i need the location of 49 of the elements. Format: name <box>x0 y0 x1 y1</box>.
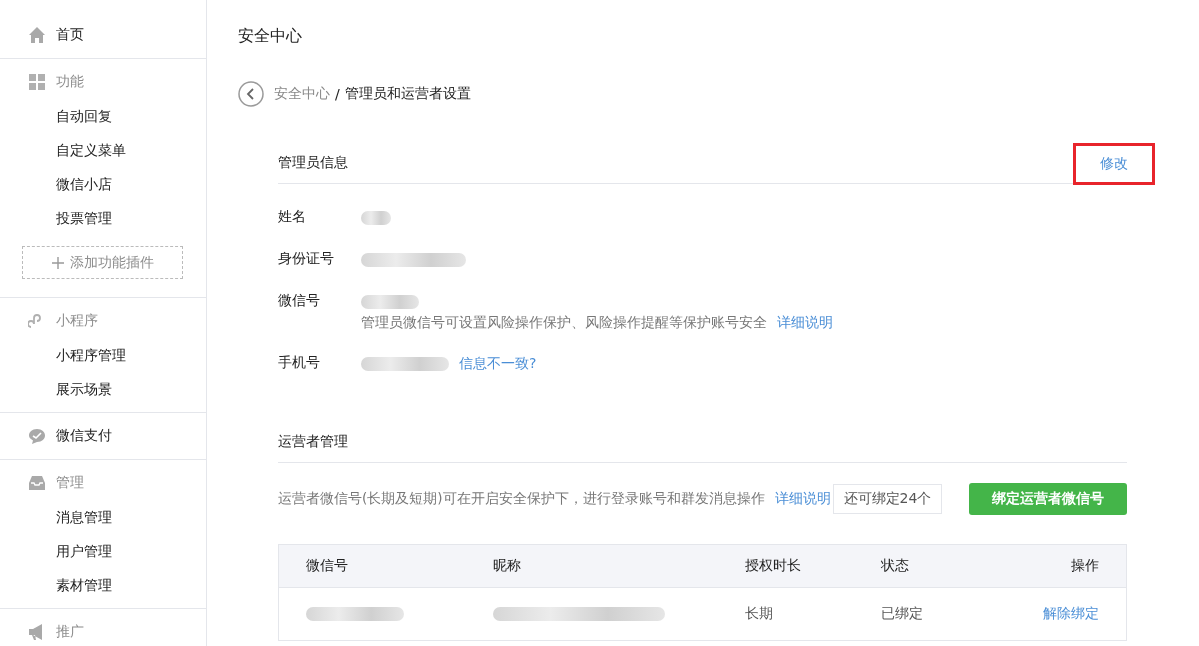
field-label: 微信号 <box>278 292 321 310</box>
table-cell-text: 长期 <box>745 605 774 623</box>
edit-link[interactable]: 修改 <box>1100 155 1128 173</box>
sidebar-group-title: 管理 <box>56 474 84 492</box>
plus-icon <box>51 256 64 269</box>
field-label: 手机号 <box>278 354 321 372</box>
sidebar-item[interactable]: 投票管理 <box>56 210 112 226</box>
column-header: 授权时长 <box>745 557 802 575</box>
sidebar-group-title: 小程序 <box>56 312 98 330</box>
back-icon[interactable] <box>238 81 264 107</box>
sidebar-item[interactable]: 消息管理 <box>56 509 112 525</box>
column-header: 状态 <box>881 557 910 575</box>
remaining-tooltip: 还可绑定24个 <box>832 484 943 514</box>
sidebar-item[interactable]: 首页 <box>56 26 84 44</box>
grid-icon <box>28 73 46 91</box>
sidebar-item[interactable]: 素材管理 <box>56 577 112 593</box>
sidebar-item[interactable]: 微信支付 <box>56 427 112 445</box>
blurred-value <box>361 211 391 225</box>
section-title: 管理员信息 <box>278 154 348 172</box>
table-cell-text: 已绑定 <box>881 605 924 623</box>
field-label: 身份证号 <box>278 250 335 268</box>
unbind-link[interactable]: 解除绑定 <box>1043 605 1099 623</box>
column-header: 操作 <box>1070 557 1099 575</box>
sidebar-group-title: 功能 <box>56 73 84 91</box>
breadcrumb-link[interactable]: 安全中心 <box>274 85 330 103</box>
sidebar-item[interactable]: 微信小店 <box>56 176 112 192</box>
info-mismatch-link[interactable]: 信息不一致? <box>459 355 537 373</box>
sidebar-item[interactable]: 小程序管理 <box>56 347 126 363</box>
sidebar-group-title: 推广 <box>56 623 84 641</box>
section-title: 运营者管理 <box>278 433 348 451</box>
page-title: 安全中心 <box>238 26 303 47</box>
breadcrumb-separator: / <box>335 86 340 102</box>
details-link[interactable]: 详细说明 <box>774 490 831 508</box>
chat-icon <box>28 427 46 445</box>
home-icon <box>28 26 46 44</box>
column-header: 微信号 <box>306 557 349 575</box>
add-plugin-button[interactable]: 添加功能插件 <box>22 246 183 279</box>
breadcrumb-current: 管理员和运营者设置 <box>344 85 471 103</box>
sidebar-item[interactable]: 展示场景 <box>56 381 112 397</box>
details-link[interactable]: 详细说明 <box>777 314 833 330</box>
column-header: 昵称 <box>493 557 522 575</box>
operators-description: 运营者微信号(长期及短期)可在开启安全保护下，进行登录账号和群发消息操作 <box>278 490 765 508</box>
inbox-icon <box>28 474 46 492</box>
sidebar-item[interactable]: 用户管理 <box>56 543 112 559</box>
field-label: 姓名 <box>278 208 307 226</box>
sidebar-item[interactable]: 自动回复 <box>56 108 112 124</box>
field-note: 管理员微信号可设置风险操作保护、风险操作提醒等保护账号安全 <box>361 314 767 330</box>
blurred-value <box>361 295 419 309</box>
sidebar-item[interactable]: 自定义菜单 <box>56 142 126 158</box>
